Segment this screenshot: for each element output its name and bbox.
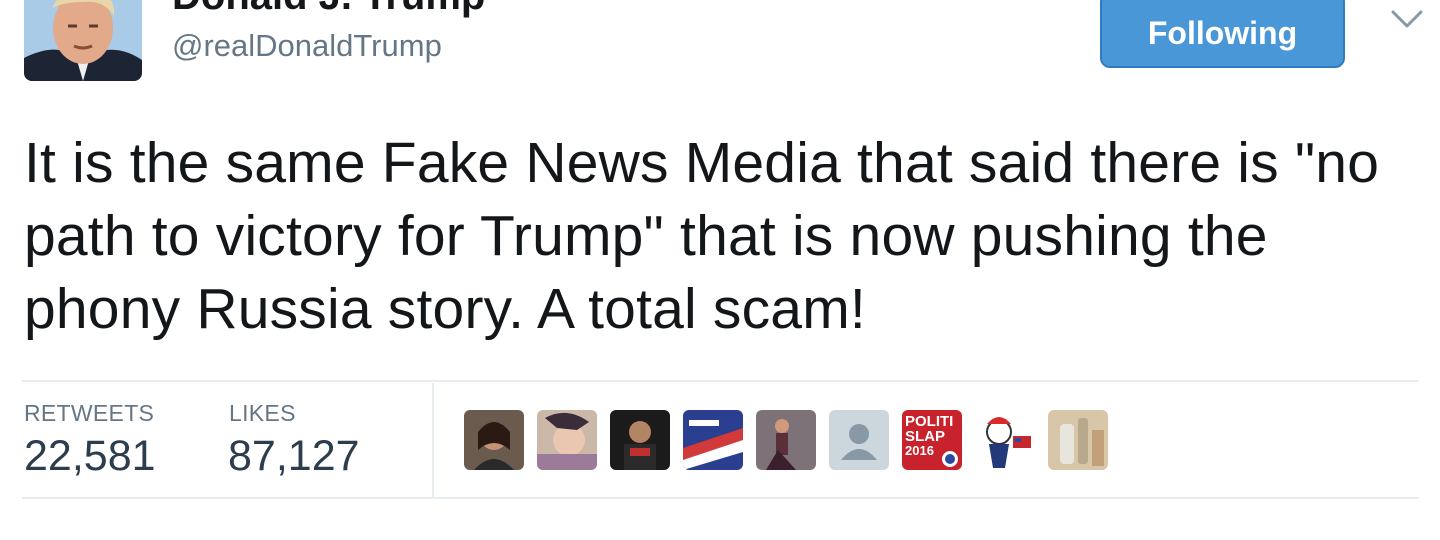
- verified-badge-icon: [526, 0, 566, 12]
- liker-avatar-2[interactable]: [537, 410, 597, 470]
- liker-avatars: POLITI SLAP 2016: [464, 410, 1108, 470]
- display-name[interactable]: Donald J. Trump: [172, 0, 485, 20]
- retweets-count[interactable]: 22,581: [24, 432, 156, 481]
- likes-label[interactable]: LIKES: [229, 400, 296, 427]
- liker-avatar-4[interactable]: [683, 410, 743, 470]
- likes-count[interactable]: 87,127: [228, 432, 360, 481]
- stats-bottom-divider: [22, 497, 1419, 499]
- stats-vertical-divider: [432, 383, 434, 498]
- liker-avatar-default[interactable]: [829, 410, 889, 470]
- tweet-text: It is the same Fake News Media that said…: [24, 131, 1380, 341]
- liker-avatar-8[interactable]: [975, 410, 1035, 470]
- svg-text:2016: 2016: [905, 443, 934, 458]
- chevron-down-icon[interactable]: [1390, 8, 1424, 30]
- liker-avatar-5[interactable]: [756, 410, 816, 470]
- liker-avatar-1[interactable]: [464, 410, 524, 470]
- liker-avatar-politi-slap[interactable]: POLITI SLAP 2016: [902, 410, 962, 470]
- profile-avatar[interactable]: [24, 0, 142, 81]
- liker-avatar-9[interactable]: [1048, 410, 1108, 470]
- following-button[interactable]: Following: [1100, 0, 1345, 68]
- liker-avatar-3[interactable]: [610, 410, 670, 470]
- stats-top-divider: [22, 380, 1419, 382]
- retweets-label[interactable]: RETWEETS: [24, 400, 154, 427]
- user-handle[interactable]: @realDonaldTrump: [172, 27, 442, 65]
